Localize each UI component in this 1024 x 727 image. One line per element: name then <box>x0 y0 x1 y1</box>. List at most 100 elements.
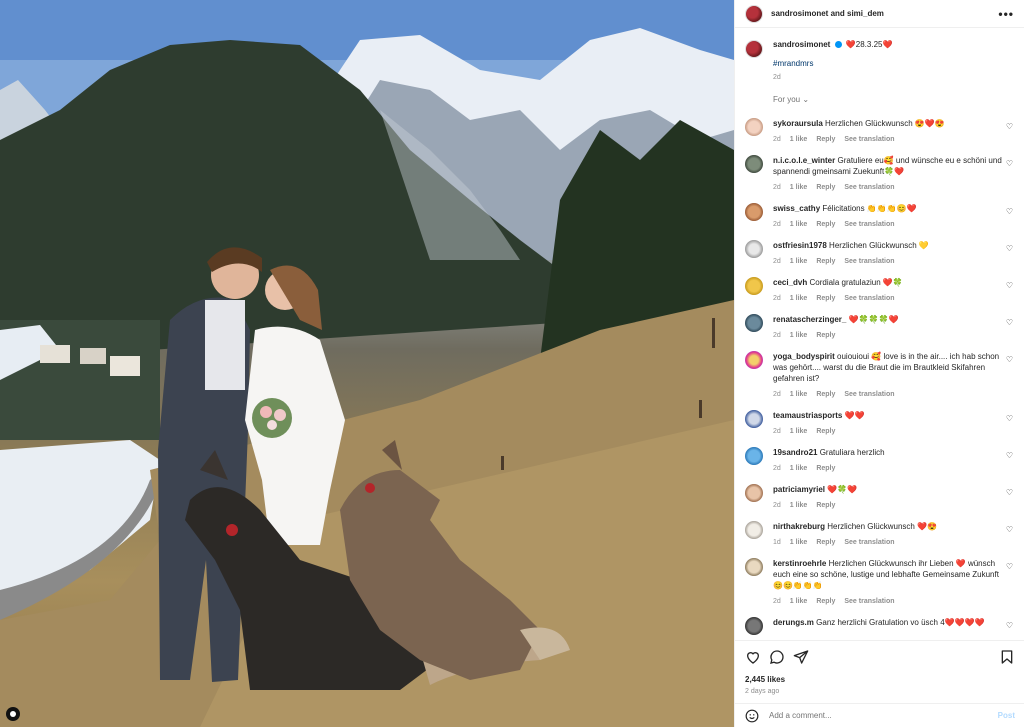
caption-avatar[interactable] <box>745 40 763 58</box>
commenter-avatar[interactable] <box>745 203 763 221</box>
see-translation-link[interactable]: See translation <box>844 221 894 228</box>
comment-like-heart-icon[interactable]: ♡ <box>1006 562 1013 571</box>
reply-button[interactable]: Reply <box>816 136 835 143</box>
comment-age: 2d <box>773 295 781 302</box>
comment-likes[interactable]: 1 like <box>790 184 808 191</box>
comment-likes[interactable]: 1 like <box>790 428 808 435</box>
comment-likes[interactable]: 1 like <box>790 136 808 143</box>
commenter-avatar[interactable] <box>745 118 763 136</box>
comment-likes[interactable]: 1 like <box>790 598 808 605</box>
comment-like-heart-icon[interactable]: ♡ <box>1006 488 1013 497</box>
comments-list[interactable]: sandrosimonet ❤️28.3.25❤️ #mrandmrs 2d F… <box>735 28 1024 640</box>
reply-button[interactable]: Reply <box>816 539 835 546</box>
comment-like-heart-icon[interactable]: ♡ <box>1006 207 1013 216</box>
comment-like-heart-icon[interactable]: ♡ <box>1006 122 1013 131</box>
comment-likes[interactable]: 1 like <box>790 295 808 302</box>
comment-meta: 2d 1 like Reply See translation <box>773 182 1005 193</box>
see-translation-link[interactable]: See translation <box>844 539 894 546</box>
comment-username[interactable]: n.i.c.o.l.e_winter <box>773 156 835 165</box>
comment-likes[interactable]: 1 like <box>790 332 808 339</box>
reply-button[interactable]: Reply <box>816 428 835 435</box>
commenter-avatar[interactable] <box>745 484 763 502</box>
comment-username[interactable]: patriciamyriel <box>773 485 825 494</box>
comment-like-heart-icon[interactable]: ♡ <box>1006 281 1013 290</box>
comment-age: 2d <box>773 391 781 398</box>
comment-username[interactable]: yoga_bodyspirit <box>773 352 835 361</box>
reply-button[interactable]: Reply <box>816 221 835 228</box>
commenter-avatar[interactable] <box>745 521 763 539</box>
commenter-avatar[interactable] <box>745 447 763 465</box>
comment-likes[interactable]: 1 like <box>790 465 808 472</box>
comments-sort-dropdown[interactable]: For you ⌄ <box>773 95 1015 104</box>
comment-username[interactable]: swiss_cathy <box>773 204 820 213</box>
reply-button[interactable]: Reply <box>816 258 835 265</box>
reply-button[interactable]: Reply <box>816 332 835 339</box>
comment-username[interactable]: teamaustriasports <box>773 411 842 420</box>
reply-button[interactable]: Reply <box>816 295 835 302</box>
see-translation-link[interactable]: See translation <box>844 391 894 398</box>
reply-button[interactable]: Reply <box>816 184 835 191</box>
commenter-avatar[interactable] <box>745 155 763 173</box>
comment-username[interactable]: nirthakreburg <box>773 522 825 531</box>
more-dots-icon[interactable]: ••• <box>998 7 1014 21</box>
comment-likes[interactable]: 1 like <box>790 502 808 509</box>
commenter-avatar[interactable] <box>745 617 763 635</box>
emoji-smile-icon[interactable] <box>745 709 759 723</box>
comment-text: Herzlichen Glückwunsch ❤️😍 <box>827 522 937 531</box>
commenter-avatar[interactable] <box>745 277 763 295</box>
author-avatar[interactable] <box>745 4 763 23</box>
comment-like-heart-icon[interactable]: ♡ <box>1006 318 1013 327</box>
comment-username[interactable]: 19sandro21 <box>773 448 817 457</box>
commenter-avatar[interactable] <box>745 410 763 428</box>
see-translation-link[interactable]: See translation <box>844 598 894 605</box>
hashtag-link[interactable]: #mrandmrs <box>773 59 892 68</box>
comment-username[interactable]: kerstinroehrle <box>773 559 826 568</box>
likes-count[interactable]: 2,445 likes <box>745 675 1015 684</box>
reply-button[interactable]: Reply <box>816 391 835 398</box>
comment-text: Cordiala gratulaziun ❤️🍀 <box>809 278 903 287</box>
see-translation-link[interactable]: See translation <box>844 184 894 191</box>
add-comment-input[interactable] <box>769 711 998 720</box>
comment-item: yoga_bodyspirit ouiouioui 🥰 love is in t… <box>745 341 1015 400</box>
commenter-avatar[interactable] <box>745 558 763 576</box>
comment-username[interactable]: ceci_dvh <box>773 278 807 287</box>
see-translation-link[interactable]: See translation <box>844 295 894 302</box>
post-comment-button[interactable]: Post <box>998 711 1015 720</box>
comment-likes[interactable]: 1 like <box>790 539 808 546</box>
commenter-avatar[interactable] <box>745 314 763 332</box>
reply-button[interactable]: Reply <box>816 502 835 509</box>
comment-item: n.i.c.o.l.e_winter Gratuliere eu🥰 und wü… <box>745 145 1015 193</box>
comment-meta: 2d 1 like Reply <box>773 426 1005 437</box>
caption-username[interactable]: sandrosimonet <box>773 40 830 49</box>
reply-button[interactable]: Reply <box>816 598 835 605</box>
comment-likes[interactable]: 1 like <box>790 391 808 398</box>
comment-like-heart-icon[interactable]: ♡ <box>1006 355 1013 364</box>
comment-like-heart-icon[interactable]: ♡ <box>1006 244 1013 253</box>
author-names[interactable]: sandrosimonet and simi_dem <box>771 9 998 18</box>
comment-like-heart-icon[interactable]: ♡ <box>1006 451 1013 460</box>
like-heart-icon[interactable] <box>745 649 761 665</box>
comment-like-heart-icon[interactable]: ♡ <box>1006 414 1013 423</box>
commenter-avatar[interactable] <box>745 240 763 258</box>
see-translation-link[interactable]: See translation <box>844 136 894 143</box>
commenter-avatar[interactable] <box>745 351 763 369</box>
comment-username[interactable]: sykoraursula <box>773 119 823 128</box>
photo-tag-user-icon[interactable] <box>6 707 20 721</box>
comment-username[interactable]: derungs.m <box>773 618 814 627</box>
post-photo[interactable] <box>0 0 734 727</box>
share-send-icon[interactable] <box>793 649 809 665</box>
reply-button[interactable]: Reply <box>816 465 835 472</box>
comment-username[interactable]: ostfriesin1978 <box>773 241 827 250</box>
comment-item: swiss_cathy Félicitations 👏👏👏😊❤️ 2d 1 like… <box>745 193 1015 230</box>
comment-likes[interactable]: 1 like <box>790 221 808 228</box>
comment-like-heart-icon[interactable]: ♡ <box>1006 621 1013 630</box>
see-translation-link[interactable]: See translation <box>844 258 894 265</box>
comment-likes[interactable]: 1 like <box>790 258 808 265</box>
comment-username[interactable]: renatascherzinger_ <box>773 315 846 324</box>
comment-item: nirthakreburg Herzlichen Glückwunsch ❤️😍… <box>745 511 1015 548</box>
comment-bubble-icon[interactable] <box>769 649 785 665</box>
comment-like-heart-icon[interactable]: ♡ <box>1006 525 1013 534</box>
comment-like-heart-icon[interactable]: ♡ <box>1006 159 1013 168</box>
save-bookmark-icon[interactable] <box>999 649 1015 665</box>
comment-meta: 1d 1 like Reply See translation <box>773 537 1005 548</box>
